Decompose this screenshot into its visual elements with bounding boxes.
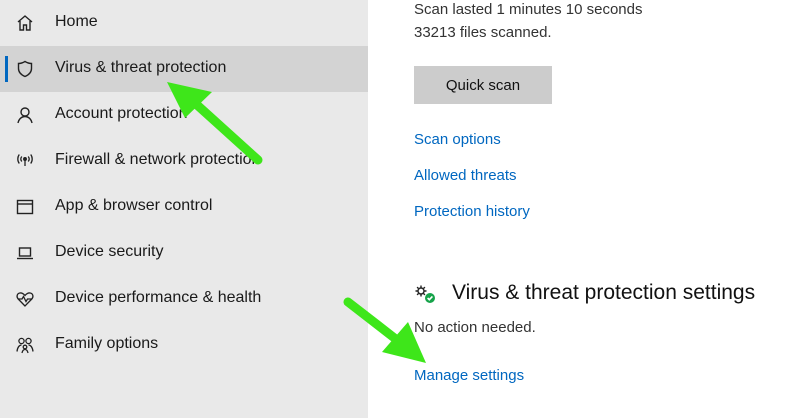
- gear-check-icon: [414, 284, 438, 306]
- sidebar-item-app-browser-control[interactable]: App & browser control: [0, 184, 368, 230]
- settings-section-title: Virus & threat protection settings: [452, 281, 756, 304]
- manage-settings-link[interactable]: Manage settings: [414, 367, 524, 384]
- person-icon: [14, 104, 36, 126]
- family-icon: [14, 334, 36, 356]
- sidebar-item-label: Device performance & health: [55, 289, 262, 306]
- home-icon: [14, 12, 36, 34]
- files-scanned-text: 33213 files scanned.: [414, 24, 552, 41]
- allowed-threats-link[interactable]: Allowed threats: [414, 167, 517, 184]
- sidebar-item-label: Device security: [55, 243, 164, 260]
- settings-status-text: No action needed.: [414, 319, 536, 336]
- laptop-icon: [14, 242, 36, 264]
- sidebar-item-virus-threat-protection[interactable]: Virus & threat protection: [0, 46, 368, 92]
- sidebar-item-account-protection[interactable]: Account protection: [0, 92, 368, 138]
- sidebar-item-firewall[interactable]: Firewall & network protection: [0, 138, 368, 184]
- wifi-antenna-icon: [14, 150, 36, 172]
- scan-duration-text: Scan lasted 1 minutes 10 seconds: [414, 1, 643, 18]
- sidebar-item-device-security[interactable]: Device security: [0, 230, 368, 276]
- sidebar: Home Virus & threat protection Account p…: [0, 0, 368, 418]
- sidebar-item-family-options[interactable]: Family options: [0, 322, 368, 368]
- sidebar-item-label: App & browser control: [55, 197, 213, 214]
- sidebar-item-label: Virus & threat protection: [55, 59, 227, 76]
- quick-scan-button[interactable]: Quick scan: [414, 66, 552, 104]
- sidebar-item-label: Account protection: [55, 105, 188, 122]
- sidebar-item-device-performance[interactable]: Device performance & health: [0, 276, 368, 322]
- heart-pulse-icon: [14, 288, 36, 310]
- browser-window-icon: [14, 196, 36, 218]
- sidebar-item-label: Home: [55, 13, 98, 30]
- sidebar-item-label: Family options: [55, 335, 159, 352]
- selection-indicator: [5, 56, 8, 82]
- shield-icon: [14, 58, 36, 80]
- main-content: Scan lasted 1 minutes 10 seconds 33213 f…: [368, 0, 800, 418]
- scan-options-link[interactable]: Scan options: [414, 131, 501, 148]
- protection-history-link[interactable]: Protection history: [414, 203, 530, 220]
- sidebar-item-home[interactable]: Home: [0, 0, 368, 46]
- sidebar-item-label: Firewall & network protection: [55, 151, 261, 168]
